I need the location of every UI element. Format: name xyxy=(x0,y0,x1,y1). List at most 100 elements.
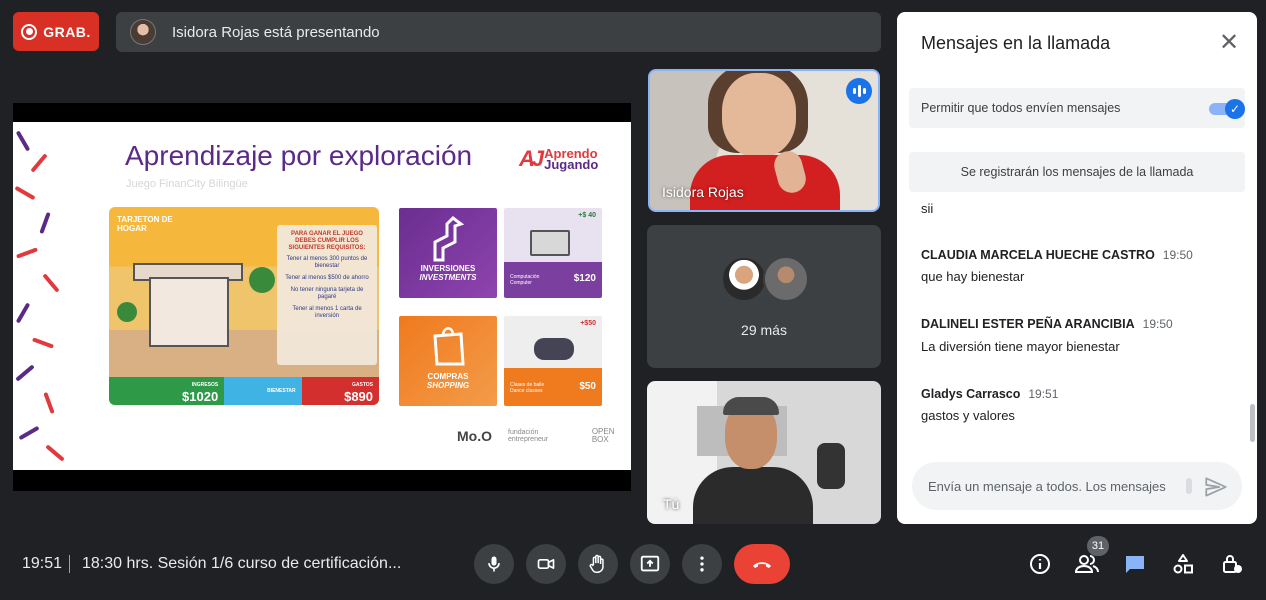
raise-hand-button[interactable] xyxy=(578,544,618,584)
fundacion-logo: fundación entrepreneur xyxy=(508,429,549,443)
camera-icon xyxy=(537,559,555,569)
rule-item: Tener al menos 1 carta de inversión xyxy=(292,306,362,319)
decorative-stripe xyxy=(30,153,48,173)
people-count-badge: 31 xyxy=(1087,536,1109,556)
brand-mark: AJ xyxy=(519,146,544,171)
home-card-label: TARJETON DE HOGAR xyxy=(117,215,173,233)
hang-up-icon xyxy=(753,562,771,568)
close-icon[interactable]: ✕ xyxy=(1217,31,1241,56)
meeting-title: 18:30 hrs. Sesión 1/6 curso de certifica… xyxy=(82,555,402,572)
chat-icon xyxy=(1126,556,1144,573)
computer-card: +$ 40 Computación Computer $120 xyxy=(504,208,602,298)
shopping-card: COMPRAS SHOPPING xyxy=(399,316,497,406)
check-icon: ✓ xyxy=(1225,99,1245,119)
avatar xyxy=(721,256,767,302)
wellbeing-label: BIENESTAR xyxy=(267,388,296,394)
video-feed xyxy=(723,397,779,415)
message-time: 19:51 xyxy=(1028,387,1059,401)
more-participants-label: 29 más xyxy=(741,322,787,338)
presentation-slide: Aprendizaje por exploración Juego FinanC… xyxy=(13,122,631,470)
message-time: 19:50 xyxy=(1162,248,1193,262)
recording-badge[interactable]: GRAB. xyxy=(13,12,99,51)
input-scrollbar[interactable] xyxy=(1186,478,1192,494)
chat-message-text: que hay bienestar xyxy=(921,269,1025,284)
computer-icon xyxy=(530,230,570,256)
allow-messages-toggle[interactable]: ✓ xyxy=(1209,99,1245,119)
income-cell: INGRESOS $1020 xyxy=(109,377,225,405)
home-card-rules: PARA GANAR EL JUEGO DEBES CUMPLIR LOS SI… xyxy=(277,225,377,365)
more-options-button[interactable] xyxy=(682,544,722,584)
send-icon[interactable] xyxy=(1203,474,1229,500)
expenses-cell: GASTOS $890 xyxy=(301,377,379,405)
income-value: $1020 xyxy=(182,389,219,404)
decorative-stripe xyxy=(15,364,35,382)
chat-button[interactable] xyxy=(1121,550,1149,578)
shopping-bag-icon xyxy=(433,327,465,366)
plant-illustration xyxy=(117,302,137,322)
chat-message-input[interactable] xyxy=(912,462,1242,510)
decorative-stripe xyxy=(42,273,60,293)
chat-message-text: sii xyxy=(921,201,934,216)
rules-heading: PARA GANAR EL JUEGO DEBES CUMPLIR LOS SI… xyxy=(288,231,366,251)
investments-card: INVERSIONES INVESTMENTS xyxy=(399,208,497,298)
participant-tile-more[interactable]: 29 más xyxy=(647,225,881,368)
decorative-stripe xyxy=(43,391,55,415)
microphone-icon xyxy=(488,556,500,572)
home-card: TARJETON DE HOGAR PARA GANAR EL JUEGO DE… xyxy=(109,207,379,405)
chat-message-header: Gladys Carrasco 19:51 xyxy=(921,387,1058,401)
divider xyxy=(69,555,70,573)
presentation-view[interactable]: Aprendizaje por exploración Juego FinanC… xyxy=(13,103,631,491)
presenter-avatar xyxy=(130,19,156,45)
openbox-logo: OPEN BOX xyxy=(591,427,615,444)
chat-record-notice: Se registrarán los mensajes de la llamad… xyxy=(909,152,1245,192)
chat-message-list[interactable]: sii CLAUDIA MARCELA HUECHE CASTRO 19:50 q… xyxy=(897,198,1257,456)
rule-item: Tener al menos $500 de ahorro xyxy=(285,275,369,281)
speaking-indicator-icon xyxy=(846,78,872,104)
microphone-button[interactable] xyxy=(474,544,514,584)
participant-tile-presenter[interactable]: Isidora Rojas xyxy=(648,69,880,212)
video-feed xyxy=(817,443,845,489)
chat-scrollbar[interactable] xyxy=(1250,404,1255,442)
speaker-icon xyxy=(534,338,574,360)
end-call-button[interactable] xyxy=(734,544,790,584)
current-time: 19:51 xyxy=(22,555,63,572)
message-author: Gladys Carrasco xyxy=(921,387,1021,401)
shopping-label: COMPRAS SHOPPING xyxy=(399,372,497,390)
dance-tag: +$50 xyxy=(580,320,596,327)
message-time: 19:50 xyxy=(1142,317,1173,331)
participant-tile-self[interactable]: Tú xyxy=(647,381,881,524)
message-author: CLAUDIA MARCELA HUECHE CASTRO xyxy=(921,248,1155,262)
dance-price: $50 xyxy=(579,381,596,392)
hand-icon xyxy=(589,554,604,573)
chat-message-text: gastos y valores xyxy=(921,408,1015,423)
decorative-stripe xyxy=(31,337,55,349)
meeting-details-button[interactable] xyxy=(1026,550,1054,578)
computer-price: $120 xyxy=(573,273,596,284)
info-icon xyxy=(1030,554,1050,574)
activities-button[interactable] xyxy=(1169,550,1197,578)
home-card-footer: INGRESOS $1020 BIENESTAR GASTOS $890 xyxy=(109,377,379,405)
brand-line2: Jugando xyxy=(544,157,599,172)
activities-icon xyxy=(1173,554,1193,574)
present-icon xyxy=(640,555,660,572)
presenting-text: Isidora Rojas está presentando xyxy=(172,23,380,41)
more-vert-icon xyxy=(700,556,704,572)
computer-tag: +$ 40 xyxy=(578,212,596,219)
camera-button[interactable] xyxy=(526,544,566,584)
slide-title: Aprendizaje por exploración xyxy=(125,140,473,171)
record-icon xyxy=(21,23,38,40)
investments-label: INVERSIONES INVESTMENTS xyxy=(399,264,497,282)
investment-arrow-icon xyxy=(433,216,465,262)
recording-label: GRAB. xyxy=(43,23,91,40)
wellbeing-cell: BIENESTAR xyxy=(224,377,302,405)
investments-es: INVERSIONES xyxy=(420,264,476,273)
present-screen-button[interactable] xyxy=(630,544,670,584)
shopping-en: SHOPPING xyxy=(426,381,470,390)
dance-sub: Clases de baile Dance classes xyxy=(510,382,545,394)
expenses-value: $890 xyxy=(344,389,374,404)
host-controls-button[interactable] xyxy=(1218,550,1246,578)
video-feed xyxy=(693,467,813,524)
video-feed xyxy=(722,73,796,157)
rule-item: No tener ninguna tarjeta de pagaré xyxy=(290,287,364,300)
decorative-stripe xyxy=(15,130,31,152)
